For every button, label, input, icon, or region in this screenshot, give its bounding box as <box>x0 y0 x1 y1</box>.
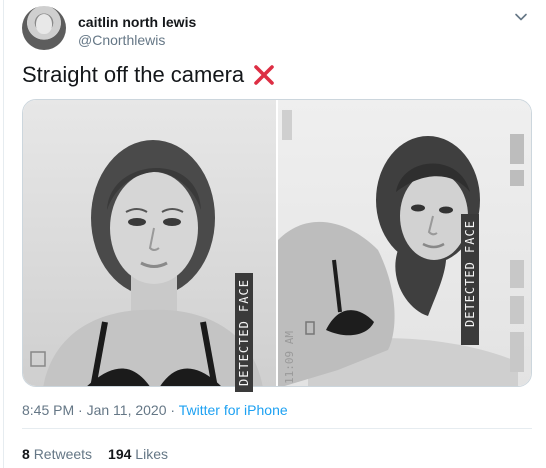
likes-label: Likes <box>135 446 168 462</box>
cross-mark-icon <box>254 65 274 85</box>
tweet-meta: 8:45 PM · Jan 11, 2020 · Twitter for iPh… <box>22 402 288 418</box>
likes-stat[interactable]: 194 Likes <box>108 446 168 462</box>
portrait-illustration-right <box>278 110 524 386</box>
photo-right[interactable] <box>278 100 531 386</box>
author-display-name[interactable]: caitlin north lewis <box>78 14 196 30</box>
tweet-card: caitlin north lewis @Cnorthlewis Straigh… <box>0 0 546 468</box>
chevron-down-icon[interactable] <box>514 10 528 24</box>
tweet-timestamp[interactable]: 8:45 PM · Jan 11, 2020 <box>22 402 167 418</box>
tweet-source-link[interactable]: Twitter for iPhone <box>179 402 288 418</box>
avatar[interactable] <box>22 6 66 50</box>
camera-time-stamp: 11:09 AM <box>283 331 296 384</box>
divider <box>22 428 532 429</box>
author-handle[interactable]: @Cnorthlewis <box>78 32 165 48</box>
tweet-text: Straight off the camera <box>22 62 276 88</box>
detected-face-label-right: DETECTED FACE <box>461 214 479 345</box>
tweet-header: caitlin north lewis @Cnorthlewis <box>22 6 532 52</box>
retweets-stat[interactable]: 8 Retweets <box>22 446 92 462</box>
timeline-border <box>3 0 4 468</box>
likes-count: 194 <box>108 446 132 462</box>
retweets-count: 8 <box>22 446 30 462</box>
detected-face-label-left: DETECTED FACE <box>235 273 253 392</box>
tweet-stats: 8 Retweets 194 Likes <box>22 446 168 462</box>
tweet-body: Straight off the camera <box>22 62 245 87</box>
retweets-label: Retweets <box>33 446 93 462</box>
tweet-media[interactable] <box>22 99 532 387</box>
meta-separator: · <box>166 402 179 418</box>
